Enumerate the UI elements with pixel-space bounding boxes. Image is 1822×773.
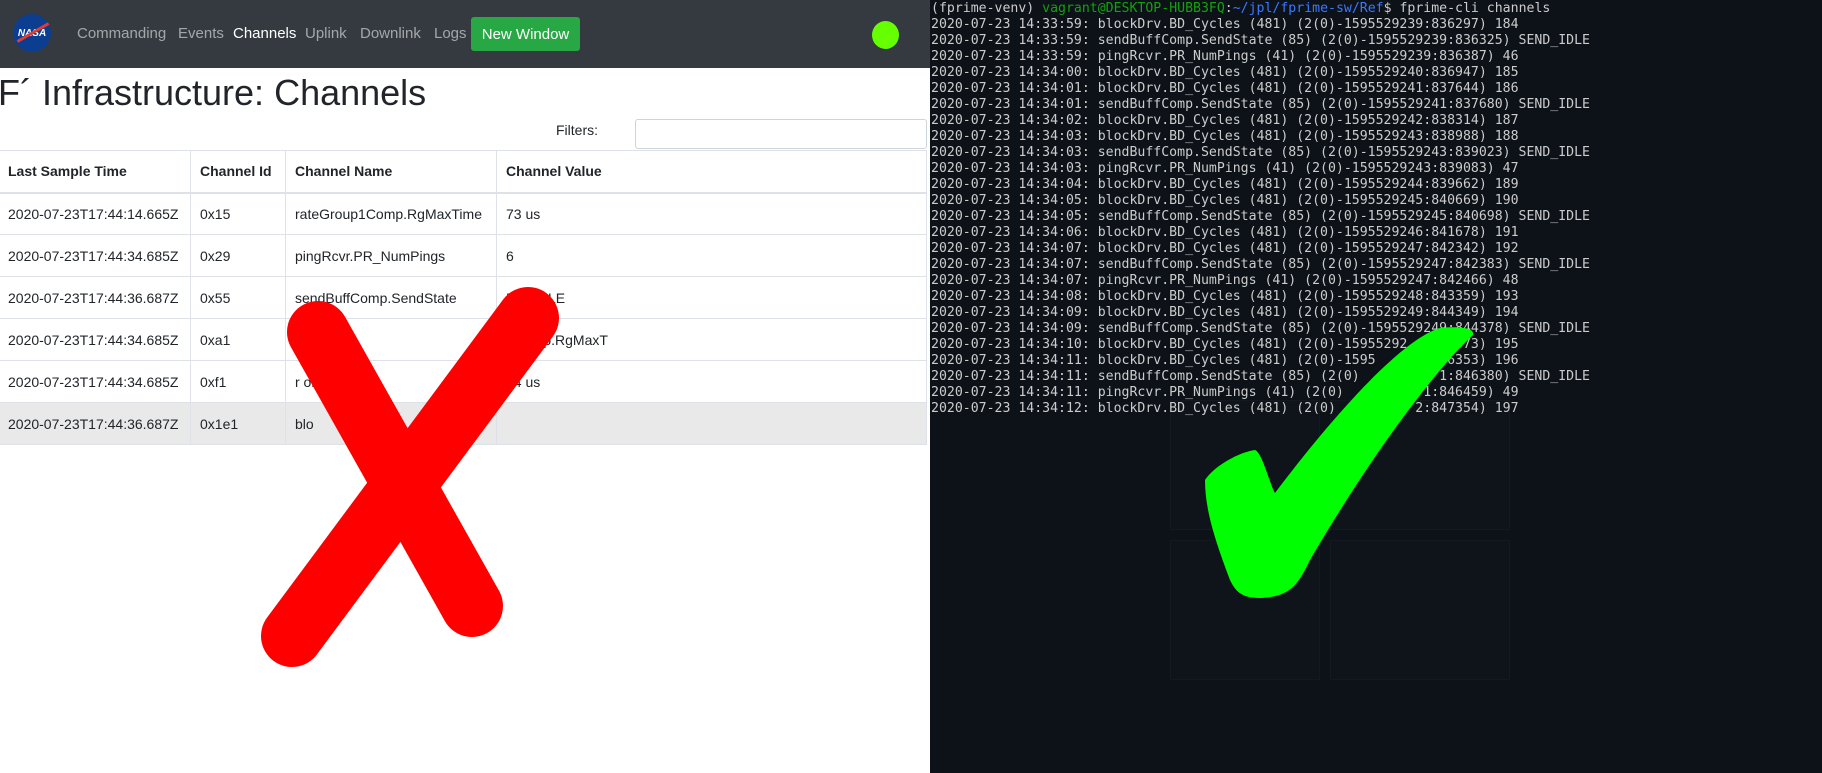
- cell-id: 0x55: [190, 276, 286, 319]
- cell-name: rateGroup1Comp.RgMaxTime: [285, 192, 497, 235]
- cell-name: r omp.Rg: [285, 360, 497, 403]
- nav-downlink[interactable]: Downlink: [360, 25, 421, 42]
- channels-table: Last Sample Time Channel Id Channel Name…: [0, 150, 927, 445]
- terminal-line: 2020-07-23 14:33:59: sendBuffComp.SendSt…: [931, 33, 1590, 48]
- nasa-logo[interactable]: NASA: [13, 14, 51, 52]
- terminal-line: 2020-07-23 14:33:59: blockDrv.BD_Cycles …: [931, 17, 1519, 32]
- wallpaper-pane: [1170, 540, 1320, 680]
- cell-value: 34 us: [496, 360, 927, 403]
- cell-id: 0xf1: [190, 360, 286, 403]
- cell-value: 6: [496, 234, 927, 277]
- terminal-line: 2020-07-23 14:34:02: blockDrv.BD_Cycles …: [931, 113, 1519, 128]
- terminal-line: 2020-07-23 14:34:11: blockDrv.BD_Cycles …: [931, 353, 1519, 368]
- table-row[interactable]: 2020-07-23T17:44:14.665Z 0x15 rateGroup1Co…: [0, 192, 927, 235]
- table-row[interactable]: 2020-07-23T17:44:36.687Z 0x55 sendBuffComp…: [0, 276, 927, 319]
- page-title: F´ Infrastructure: Channels: [0, 72, 427, 113]
- column-header-time[interactable]: Last Sample Time: [0, 150, 191, 194]
- cell-id: 0x1e1: [190, 402, 286, 445]
- filters-label: Filters:: [556, 122, 598, 138]
- terminal-line: 2020-07-23 14:34:01: blockDrv.BD_Cycles …: [931, 81, 1519, 96]
- cell-id: 0x15: [190, 192, 286, 235]
- nav-logs[interactable]: Logs: [434, 25, 467, 42]
- wallpaper-pane: [1330, 540, 1510, 680]
- cell-name: blo: [285, 402, 497, 445]
- terminal-line: 2020-07-23 14:34:10: blockDrv.BD_Cycles …: [931, 337, 1519, 352]
- column-header-name[interactable]: Channel Name: [285, 150, 497, 194]
- cell-time: 2020-07-23T17:44:36.687Z: [0, 276, 191, 319]
- cell-time: 2020-07-23T17:44:34.685Z: [0, 234, 191, 277]
- nav-events[interactable]: Events: [178, 25, 224, 42]
- terminal-line: 2020-07-23 14:34:11: pingRcvr.PR_NumPing…: [931, 385, 1519, 400]
- terminal-panel[interactable]: (fprime-venv) vagrant@DESKTOP-HUBB3FQ:~/…: [930, 0, 1822, 773]
- table-row[interactable]: 2020-07-23T17:44:34.685Z 0xa1 2Comp.RgMaxT: [0, 318, 927, 361]
- prompt-env: (fprime-venv): [931, 1, 1043, 16]
- prompt-sep: :: [1224, 1, 1233, 16]
- terminal-line: 2020-07-23 14:34:07: pingRcvr.PR_NumPing…: [931, 273, 1519, 288]
- cell-name: sendBuffComp.SendState: [285, 276, 497, 319]
- cell-value: ND_IDLE: [496, 276, 927, 319]
- table-row[interactable]: 2020-07-23T17:44:36.687Z 0x1e1 blo: [0, 402, 927, 445]
- nav-channels[interactable]: Channels: [233, 25, 296, 42]
- terminal-line: 2020-07-23 14:34:11: sendBuffComp.SendSt…: [931, 369, 1590, 384]
- terminal-line: 2020-07-23 14:34:03: blockDrv.BD_Cycles …: [931, 129, 1519, 144]
- cell-time: 2020-07-23T17:44:36.687Z: [0, 402, 191, 445]
- terminal-line: 2020-07-23 14:34:09: sendBuffComp.SendSt…: [931, 321, 1590, 336]
- cell-value: 73 us: [496, 192, 927, 235]
- connection-status-indicator: [872, 21, 899, 49]
- new-window-button[interactable]: New Window: [471, 17, 580, 51]
- cell-name: pingRcvr.PR_NumPings: [285, 234, 497, 277]
- cell-name: [285, 318, 497, 361]
- terminal-line: 2020-07-23 14:34:07: blockDrv.BD_Cycles …: [931, 241, 1519, 256]
- terminal-line: 2020-07-23 14:34:04: blockDrv.BD_Cycles …: [931, 177, 1519, 192]
- terminal-output: (fprime-venv) vagrant@DESKTOP-HUBB3FQ:~/…: [931, 1, 1590, 417]
- nav-uplink[interactable]: Uplink: [305, 25, 347, 42]
- table-row[interactable]: 2020-07-23T17:44:34.685Z 0xf1 r omp.Rg 34 u…: [0, 360, 927, 403]
- terminal-line: 2020-07-23 14:34:01: sendBuffComp.SendSt…: [931, 97, 1590, 112]
- terminal-prompt-line: (fprime-venv) vagrant@DESKTOP-HUBB3FQ:~/…: [931, 1, 1590, 17]
- navbar: NASA Commanding Events Channels Uplink D…: [0, 0, 930, 68]
- cell-time: 2020-07-23T17:44:34.685Z: [0, 318, 191, 361]
- terminal-line: 2020-07-23 14:34:09: blockDrv.BD_Cycles …: [931, 305, 1519, 320]
- terminal-line: 2020-07-23 14:34:03: sendBuffComp.SendSt…: [931, 145, 1590, 160]
- wallpaper-pane: [1170, 400, 1320, 530]
- table-header-row: Last Sample Time Channel Id Channel Name…: [0, 150, 927, 194]
- cell-time: 2020-07-23T17:44:14.665Z: [0, 192, 191, 235]
- filters-input[interactable]: [635, 119, 927, 149]
- terminal-line: 2020-07-23 14:34:00: blockDrv.BD_Cycles …: [931, 65, 1519, 80]
- nav-commanding[interactable]: Commanding: [77, 25, 166, 42]
- terminal-line: 2020-07-23 14:34:03: pingRcvr.PR_NumPing…: [931, 161, 1519, 176]
- prompt-user: vagrant@DESKTOP-HUBB3FQ: [1042, 1, 1225, 16]
- terminal-line: 2020-07-23 14:34:07: sendBuffComp.SendSt…: [931, 257, 1590, 272]
- cell-time: 2020-07-23T17:44:34.685Z: [0, 360, 191, 403]
- prompt-path: ~/jpl/fprime-sw/Ref: [1232, 1, 1384, 16]
- cell-value: 2Comp.RgMaxT: [496, 318, 927, 361]
- column-header-value[interactable]: Channel Value: [496, 150, 927, 194]
- cell-id: 0xa1: [190, 318, 286, 361]
- terminal-line: 2020-07-23 14:34:05: blockDrv.BD_Cycles …: [931, 193, 1519, 208]
- cell-id: 0x29: [190, 234, 286, 277]
- wallpaper-pane: [1330, 400, 1510, 530]
- prompt-command: $ fprime-cli channels: [1383, 1, 1551, 16]
- terminal-line: 2020-07-23 14:34:06: blockDrv.BD_Cycles …: [931, 225, 1519, 240]
- terminal-line: 2020-07-23 14:34:12: blockDrv.BD_Cycles …: [931, 401, 1519, 416]
- terminal-line: 2020-07-23 14:33:59: pingRcvr.PR_NumPing…: [931, 49, 1519, 64]
- column-header-id[interactable]: Channel Id: [190, 150, 286, 194]
- web-gui-panel: NASA Commanding Events Channels Uplink D…: [0, 0, 930, 773]
- cell-value: [496, 402, 927, 445]
- terminal-line: 2020-07-23 14:34:05: sendBuffComp.SendSt…: [931, 209, 1590, 224]
- terminal-line: 2020-07-23 14:34:08: blockDrv.BD_Cycles …: [931, 289, 1519, 304]
- table-row[interactable]: 2020-07-23T17:44:34.685Z 0x29 pingRcvr.PR_…: [0, 234, 927, 277]
